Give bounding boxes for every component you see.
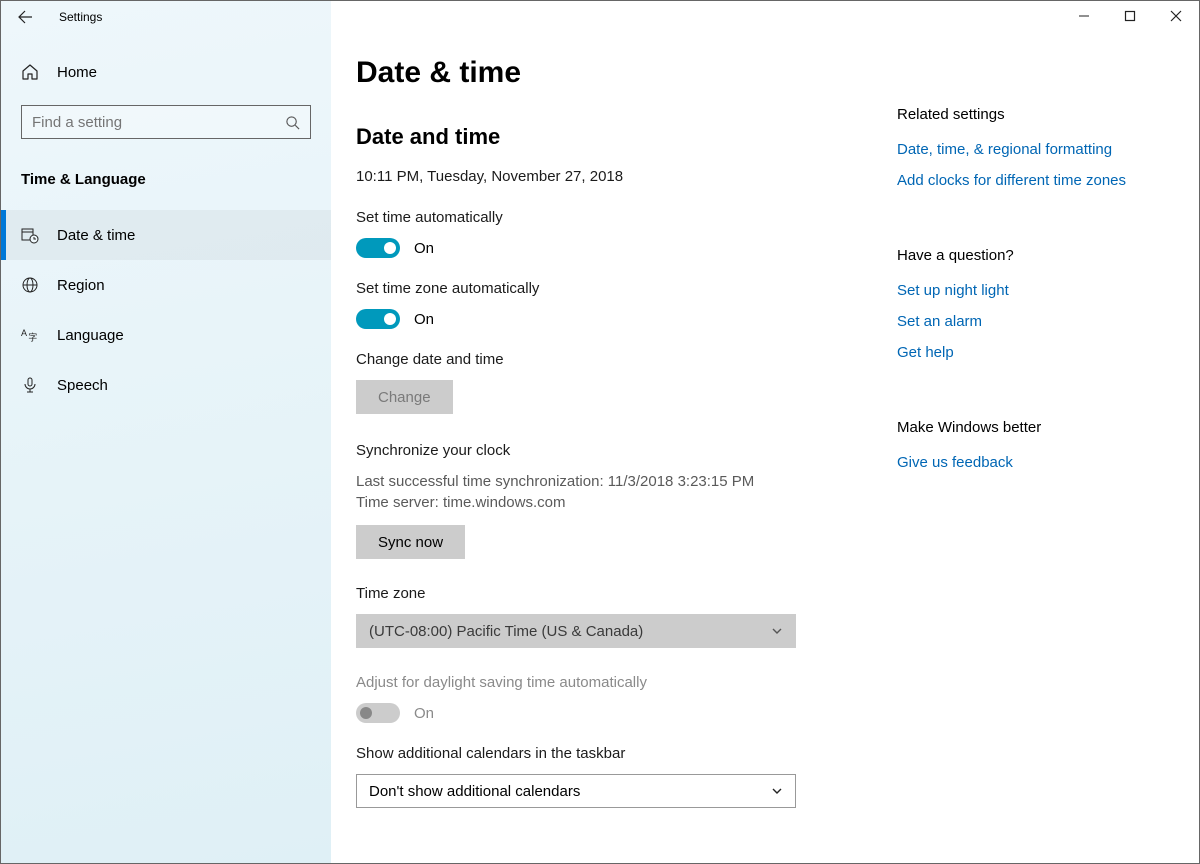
calendar-clock-icon [21, 226, 39, 244]
dst-toggle [356, 703, 400, 723]
home-nav[interactable]: Home [1, 49, 331, 95]
search-box[interactable] [21, 105, 311, 139]
nav-label: Date & time [57, 227, 135, 244]
dst-label: Adjust for daylight saving time automati… [356, 674, 881, 691]
sidebar-item-language[interactable]: A字 Language [1, 310, 331, 360]
home-icon [21, 63, 39, 81]
related-heading: Related settings [897, 106, 1161, 123]
sidebar-item-region[interactable]: Region [1, 260, 331, 310]
minimize-icon [1078, 10, 1090, 22]
sidebar: Home Time & Language Date & time Region … [1, 1, 331, 863]
change-button: Change [356, 380, 453, 414]
dst-state: On [414, 705, 434, 722]
addl-cal-value: Don't show additional calendars [369, 783, 580, 800]
sidebar-item-speech[interactable]: Speech [1, 360, 331, 410]
svg-text:A: A [21, 328, 27, 338]
link-add-clocks[interactable]: Add clocks for different time zones [897, 172, 1161, 189]
main-content: Date & time Date and time 10:11 PM, Tues… [356, 56, 881, 843]
app-title: Settings [49, 10, 102, 24]
sync-last: Last successful time synchronization: 11… [356, 471, 881, 492]
maximize-icon [1124, 10, 1136, 22]
link-feedback[interactable]: Give us feedback [897, 454, 1161, 471]
set-tz-auto-state: On [414, 311, 434, 328]
section-heading: Date and time [356, 124, 881, 150]
set-tz-auto-label: Set time zone automatically [356, 280, 881, 297]
tz-value: (UTC-08:00) Pacific Time (US & Canada) [369, 623, 643, 640]
maximize-button[interactable] [1107, 1, 1153, 31]
back-arrow-icon [17, 9, 33, 25]
close-icon [1170, 10, 1182, 22]
link-regional-formatting[interactable]: Date, time, & regional formatting [897, 141, 1161, 158]
nav-label: Language [57, 327, 124, 344]
current-datetime: 10:11 PM, Tuesday, November 27, 2018 [356, 168, 881, 185]
svg-text:字: 字 [28, 331, 37, 342]
sync-server: Time server: time.windows.com [356, 492, 881, 513]
chevron-down-icon [771, 625, 783, 637]
sync-now-button[interactable]: Sync now [356, 525, 465, 559]
tz-label: Time zone [356, 585, 881, 602]
addl-cal-label: Show additional calendars in the taskbar [356, 745, 881, 762]
globe-icon [21, 276, 39, 294]
sidebar-item-date-time[interactable]: Date & time [1, 210, 331, 260]
sync-heading: Synchronize your clock [356, 442, 881, 459]
link-night-light[interactable]: Set up night light [897, 282, 1161, 299]
set-time-auto-toggle[interactable] [356, 238, 400, 258]
nav-label: Region [57, 277, 105, 294]
aside-panel: Related settings Date, time, & regional … [881, 56, 1161, 843]
set-tz-auto-toggle[interactable] [356, 309, 400, 329]
chevron-down-icon [771, 785, 783, 797]
nav-label: Speech [57, 377, 108, 394]
close-button[interactable] [1153, 1, 1199, 31]
link-get-help[interactable]: Get help [897, 344, 1161, 361]
sidebar-section-title: Time & Language [1, 159, 331, 210]
minimize-button[interactable] [1061, 1, 1107, 31]
set-time-auto-state: On [414, 240, 434, 257]
titlebar: Settings [1, 1, 1199, 33]
addl-cal-dropdown[interactable]: Don't show additional calendars [356, 774, 796, 808]
search-input[interactable] [32, 114, 285, 131]
language-icon: A字 [21, 326, 39, 344]
microphone-icon [21, 376, 39, 394]
search-icon [285, 115, 300, 130]
change-dt-label: Change date and time [356, 351, 881, 368]
question-heading: Have a question? [897, 247, 1161, 264]
page-title: Date & time [356, 56, 881, 90]
tz-dropdown: (UTC-08:00) Pacific Time (US & Canada) [356, 614, 796, 648]
back-button[interactable] [1, 1, 49, 33]
home-label: Home [57, 64, 97, 81]
set-time-auto-label: Set time automatically [356, 209, 881, 226]
link-set-alarm[interactable]: Set an alarm [897, 313, 1161, 330]
better-heading: Make Windows better [897, 419, 1161, 436]
